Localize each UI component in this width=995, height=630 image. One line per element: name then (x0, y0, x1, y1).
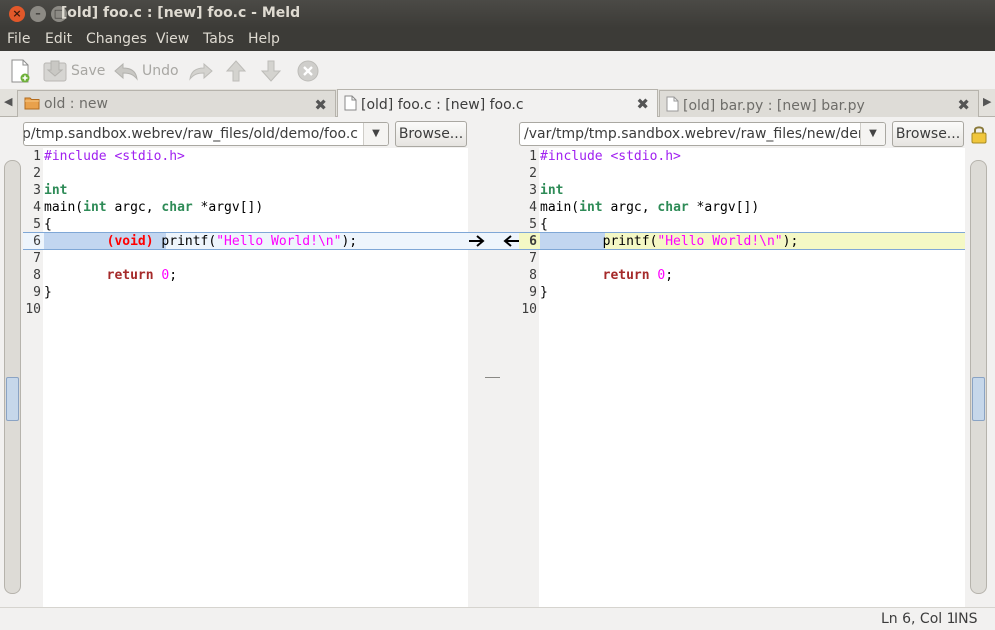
line-number: 9 (529, 285, 537, 300)
menu-help[interactable]: Help (248, 31, 280, 47)
tab-close-icon[interactable]: ✖ (636, 95, 649, 113)
title-bar: × – □ [old] foo.c : [new] foo.c - Meld (0, 0, 995, 28)
code-line: printf("Hello World!\n"); (540, 234, 799, 249)
status-bar: Ln 6, Col 1 INS (0, 607, 995, 630)
left-browse-button[interactable]: Browse... (395, 121, 467, 147)
line-number: 10 (521, 302, 537, 317)
right-overview-scrollbar[interactable] (970, 160, 987, 594)
redo-icon (189, 62, 213, 81)
code-line: { (44, 217, 52, 232)
tab-label: old : new (44, 96, 108, 112)
code-line: { (540, 217, 548, 232)
code-line: } (540, 285, 548, 300)
line-number: 2 (529, 166, 537, 181)
undo-icon (114, 62, 138, 81)
right-editor[interactable]: 1 2 3 4 5 6 7 8 9 10 #include <stdio.h> … (519, 148, 965, 607)
code-line: main(int argc, char *argv[]) (540, 200, 760, 215)
line-number: 5 (33, 217, 41, 232)
tab-folder-compare[interactable]: old : new ✖ (17, 90, 336, 117)
previous-change-button[interactable] (225, 60, 247, 82)
lock-icon[interactable] (970, 124, 988, 144)
line-number: 4 (529, 200, 537, 215)
line-number: 3 (529, 183, 537, 198)
tab-label: [old] foo.c : [new] foo.c (361, 97, 524, 113)
line-number: 8 (529, 268, 537, 283)
scrollbar-thumb[interactable] (972, 377, 985, 421)
arrow-up-icon (225, 60, 247, 82)
left-path-text[interactable]: /var/tmp/tmp.sandbox.webrev/raw_files/ol… (24, 126, 358, 142)
left-overview-scrollbar[interactable] (4, 160, 21, 594)
code-line: #include <stdio.h> (44, 149, 185, 164)
insert-mode: INS (954, 611, 978, 627)
code-line: } (44, 285, 52, 300)
left-path-combo[interactable]: /var/tmp/tmp.sandbox.webrev/raw_files/ol… (23, 122, 389, 146)
undo-button[interactable]: Undo (114, 60, 179, 82)
chevron-down-icon[interactable]: ▼ (363, 123, 388, 145)
line-number: 7 (33, 251, 41, 266)
right-path-combo[interactable]: /var/tmp/tmp.sandbox.webrev/raw_files/ne… (519, 122, 886, 146)
code-line: return 0; (106, 268, 178, 283)
tab-close-icon[interactable]: ✖ (957, 96, 970, 114)
tab-scroll-left-icon[interactable]: ◀ (4, 95, 12, 108)
right-path-text[interactable]: /var/tmp/tmp.sandbox.webrev/raw_files/ne… (524, 126, 885, 142)
menu-file[interactable]: File (7, 31, 30, 47)
new-comparison-button[interactable] (9, 59, 31, 83)
new-document-icon (11, 59, 30, 83)
window-title: [old] foo.c : [new] foo.c - Meld (60, 5, 301, 21)
code-line: int (44, 183, 68, 198)
code-line: main(int argc, char *argv[]) (44, 200, 264, 215)
chevron-down-icon[interactable]: ▼ (860, 123, 885, 145)
code-line: (void) printf("Hello World!\n"); (106, 234, 358, 249)
stop-icon (297, 60, 319, 82)
line-number: 8 (33, 268, 41, 283)
arrow-down-icon (260, 60, 282, 82)
document-icon (666, 96, 679, 112)
tab-scroll-right-icon[interactable]: ▶ (983, 95, 991, 108)
menu-edit[interactable]: Edit (45, 31, 72, 47)
scrollbar-thumb[interactable] (6, 377, 19, 421)
line-number: 4 (33, 200, 41, 215)
line-number: 5 (529, 217, 537, 232)
redo-button[interactable] (189, 60, 213, 82)
document-icon (344, 95, 357, 111)
line-number: 9 (33, 285, 41, 300)
left-editor[interactable]: 1 2 3 4 5 6 7 8 9 10 #include <stdio.h> … (23, 148, 468, 607)
line-number: 6 (33, 234, 41, 249)
right-browse-button[interactable]: Browse... (892, 121, 964, 147)
folder-icon (24, 97, 40, 110)
tab-close-icon[interactable]: ✖ (314, 96, 327, 114)
menu-view[interactable]: View (156, 31, 189, 47)
tab-bar: ◀ old : new ✖ [old] foo.c : [new] foo.c … (0, 89, 995, 117)
line-number: 1 (33, 149, 41, 164)
line-number: 2 (33, 166, 41, 181)
line-number: 3 (33, 183, 41, 198)
save-icon (43, 60, 67, 82)
code-line: int (540, 183, 564, 198)
push-left-icon[interactable] (500, 235, 520, 247)
push-right-icon[interactable] (468, 235, 488, 247)
save-label: Save (71, 63, 106, 79)
next-change-button[interactable] (260, 60, 282, 82)
tab-bar-py[interactable]: [old] bar.py : [new] bar.py ✖ (659, 90, 979, 117)
stop-button[interactable] (297, 60, 319, 82)
pane-separator-grip[interactable] (485, 377, 500, 378)
tab-foo-c[interactable]: [old] foo.c : [new] foo.c ✖ (337, 89, 658, 117)
cursor-position: Ln 6, Col 1 (881, 611, 956, 627)
save-button[interactable]: Save (43, 60, 105, 82)
toolbar: Save Undo (0, 51, 995, 89)
diff-link-map[interactable] (468, 148, 519, 607)
code-line: return 0; (602, 268, 674, 283)
line-number: 1 (529, 149, 537, 164)
line-number: 10 (25, 302, 41, 317)
code-line: #include <stdio.h> (540, 149, 681, 164)
menu-changes[interactable]: Changes (86, 31, 147, 47)
undo-label: Undo (142, 63, 179, 79)
tab-label: [old] bar.py : [new] bar.py (683, 98, 865, 114)
menu-tabs[interactable]: Tabs (203, 31, 234, 47)
line-number: 7 (529, 251, 537, 266)
menu-bar: File Edit Changes View Tabs Help (0, 28, 995, 51)
line-number-current: 6 (529, 234, 537, 249)
